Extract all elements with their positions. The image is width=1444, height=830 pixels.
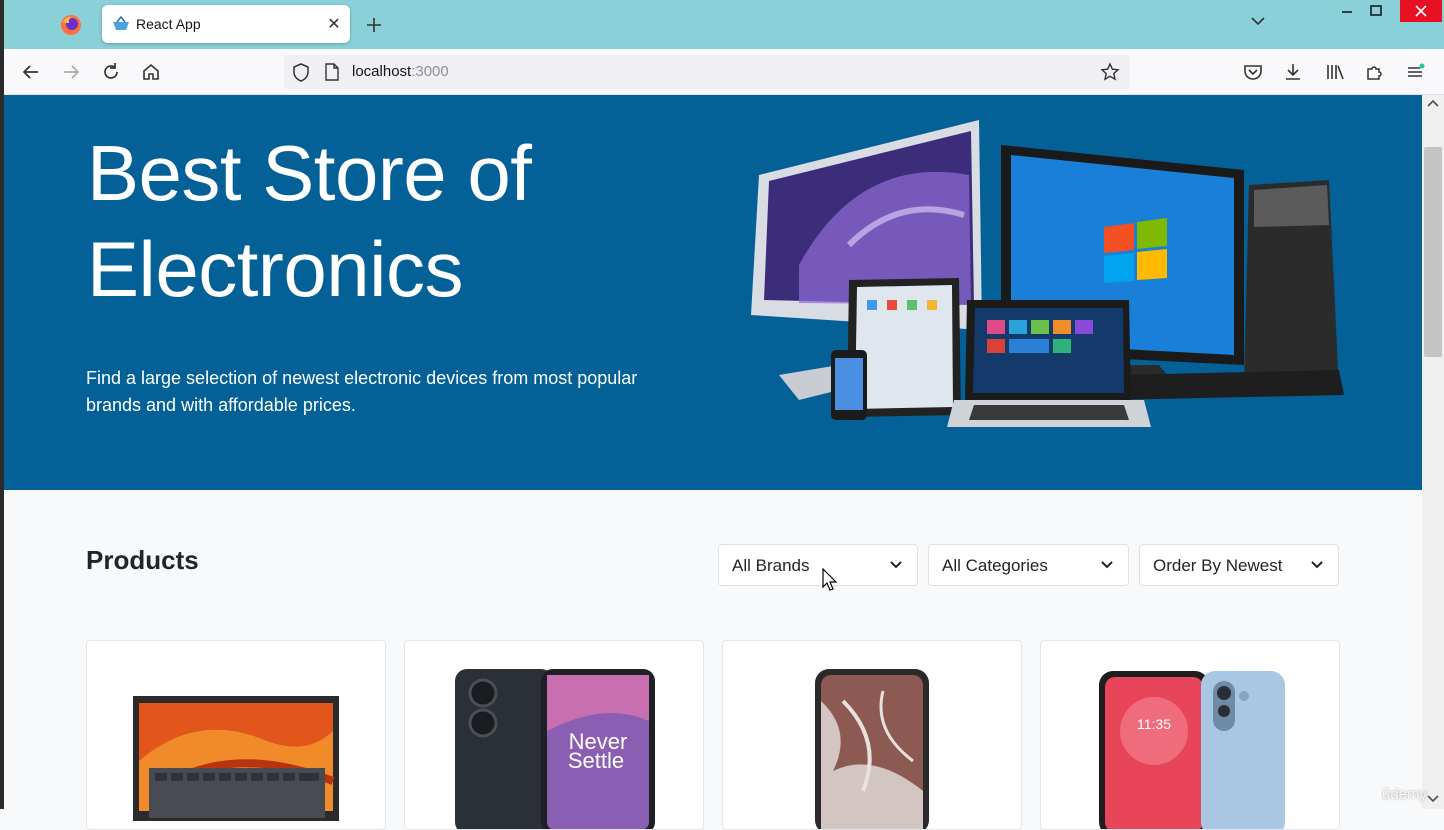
address-bar[interactable]: localhost:3000 (284, 55, 1130, 89)
chevron-down-icon (1311, 561, 1323, 569)
url-text[interactable]: localhost:3000 (352, 63, 449, 80)
hero-title-line1: Best Store of (87, 129, 532, 217)
product-card[interactable]: Never Settle (404, 640, 704, 830)
extensions-puzzle-icon[interactable] (1364, 61, 1386, 83)
scroll-up-arrow-icon[interactable] (1427, 99, 1439, 107)
scrollbar-thumb[interactable] (1424, 147, 1442, 357)
window-minimize-icon[interactable] (1336, 0, 1358, 22)
hero-title-line2: Electronics (87, 225, 463, 313)
library-icon[interactable] (1324, 61, 1346, 83)
sort-order-value: Order By Newest (1153, 556, 1283, 575)
brand-filter-value: All Brands (732, 556, 810, 575)
brand-filter-select[interactable]: All Brands (718, 544, 918, 586)
udemy-watermark: ûdemy (1382, 786, 1428, 803)
reload-icon[interactable] (100, 61, 122, 83)
electronics-devices-image (751, 120, 1344, 427)
downloads-icon[interactable] (1282, 61, 1304, 83)
new-tab-plus-icon[interactable] (362, 13, 386, 37)
hero-description: Find a large selection of newest electro… (86, 368, 638, 415)
url-port: :3000 (411, 63, 449, 80)
browser-tab-strip: React App ✕ (0, 0, 1444, 809)
firefox-icon[interactable] (60, 14, 82, 36)
hero-banner: Best Store of Electronics Find a large s… (4, 95, 1422, 490)
product-card[interactable] (722, 640, 1022, 830)
product-card[interactable]: 11:35 (1040, 640, 1340, 830)
scroll-down-arrow-icon[interactable] (1427, 795, 1439, 803)
motorola-phone-product-image: 11:35 (1099, 671, 1285, 829)
tracking-protection-shield-icon[interactable] (292, 63, 310, 82)
pocket-icon[interactable] (1242, 61, 1264, 83)
chevron-down-icon (890, 561, 902, 569)
category-filter-select[interactable]: All Categories (928, 544, 1129, 586)
basket-favicon-icon (113, 16, 129, 30)
tab-react-app[interactable]: React App ✕ (102, 5, 350, 43)
back-arrow-icon[interactable] (20, 61, 42, 83)
pixel-phone-product-image (815, 669, 929, 829)
url-host: localhost (352, 63, 412, 80)
page-scrollbar[interactable] (1422, 95, 1444, 809)
app-menu-hamburger-icon[interactable] (1404, 61, 1426, 83)
products-heading: Products (86, 545, 199, 575)
bookmark-star-icon[interactable] (1100, 62, 1120, 82)
window-maximize-icon[interactable] (1365, 0, 1387, 22)
list-all-tabs-chevron-icon[interactable] (1250, 16, 1266, 26)
phone-clock-text: 11:35 (1137, 716, 1171, 732)
hero-title: Best Store of Electronics (87, 125, 647, 317)
laptop-product-image (115, 679, 359, 821)
phone-screen-text-line2: Settle (568, 748, 624, 773)
category-filter-value: All Categories (942, 556, 1048, 575)
browser-navigation-toolbar: localhost:3000 (4, 49, 1444, 95)
sort-order-select[interactable]: Order By Newest (1139, 544, 1339, 586)
home-icon[interactable] (140, 61, 162, 83)
close-tab-icon[interactable]: ✕ (324, 14, 344, 34)
product-card[interactable] (86, 640, 386, 830)
window-close-icon[interactable] (1400, 0, 1442, 22)
tab-title: React App (136, 16, 201, 32)
page-info-icon[interactable] (324, 63, 340, 81)
forward-arrow-icon[interactable] (60, 61, 82, 83)
mouse-cursor-icon (822, 568, 838, 591)
oneplus-phone-product-image: Never Settle (455, 669, 655, 829)
chevron-down-icon (1101, 561, 1113, 569)
